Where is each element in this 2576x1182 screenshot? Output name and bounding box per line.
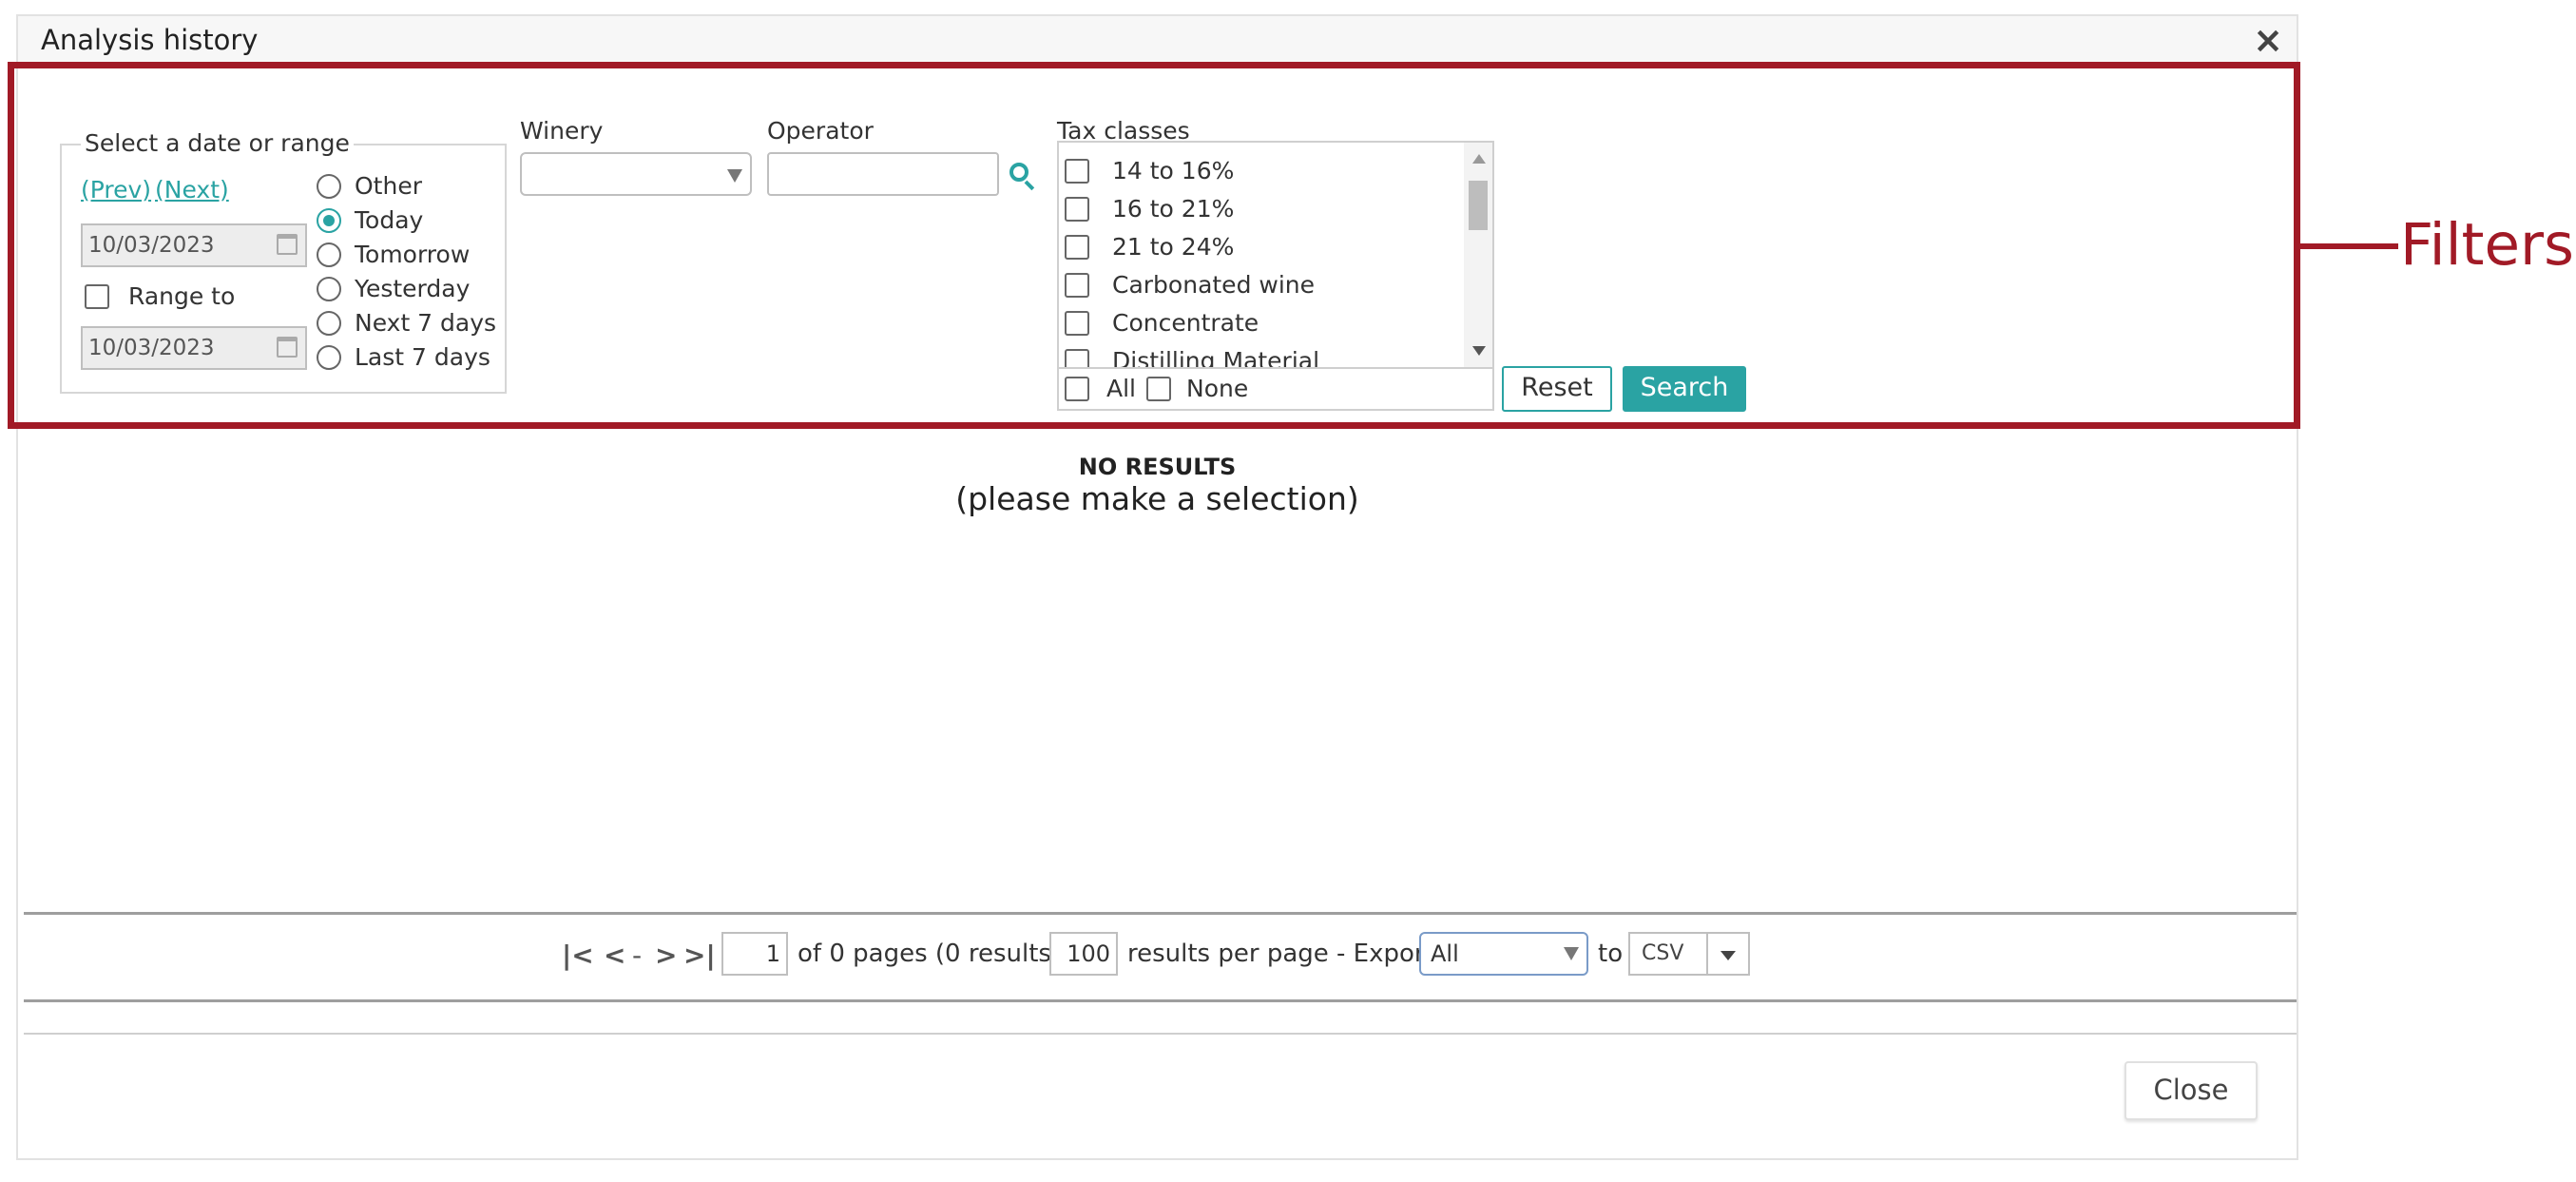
last-page-icon[interactable]: >| (683, 940, 716, 971)
dialog-titlebar: Analysis history × (18, 16, 2297, 64)
no-results-hint: (please make a selection) (955, 480, 1359, 517)
pages-text: of 0 pages (0 results). (798, 940, 1069, 968)
dialog-title: Analysis history (41, 24, 259, 56)
pager-separator: - (632, 940, 643, 971)
per-page-input[interactable]: 100 (1049, 932, 1118, 976)
export-format-value: CSV (1642, 941, 1684, 965)
per-page-text: results per page - Export (1127, 940, 1434, 968)
export-scope-select[interactable]: All (1419, 932, 1588, 976)
no-results-title: NO RESULTS (1078, 454, 1237, 480)
pager: |< < - > >| 1 of 0 pages (0 results). 10… (18, 915, 2297, 999)
export-format-select[interactable]: CSV (1628, 932, 1750, 976)
caret-down-icon[interactable] (1721, 951, 1736, 960)
first-page-icon[interactable]: |< (562, 940, 594, 971)
close-icon[interactable]: × (2253, 22, 2283, 58)
next-page-icon[interactable]: > (655, 940, 677, 971)
divider (24, 999, 2297, 1002)
callout-line (2300, 243, 2398, 249)
chevron-down-icon (1564, 947, 1579, 960)
to-text: to (1598, 940, 1624, 968)
prev-page-icon[interactable]: < (604, 940, 625, 971)
filters-highlight-box (8, 62, 2300, 429)
export-scope-value: All (1431, 940, 1459, 967)
close-button[interactable]: Close (2124, 1061, 2258, 1120)
filters-callout-label: Filters (2400, 211, 2574, 279)
divider (1706, 934, 1708, 974)
page-input[interactable]: 1 (721, 932, 788, 976)
divider (24, 1033, 2297, 1035)
